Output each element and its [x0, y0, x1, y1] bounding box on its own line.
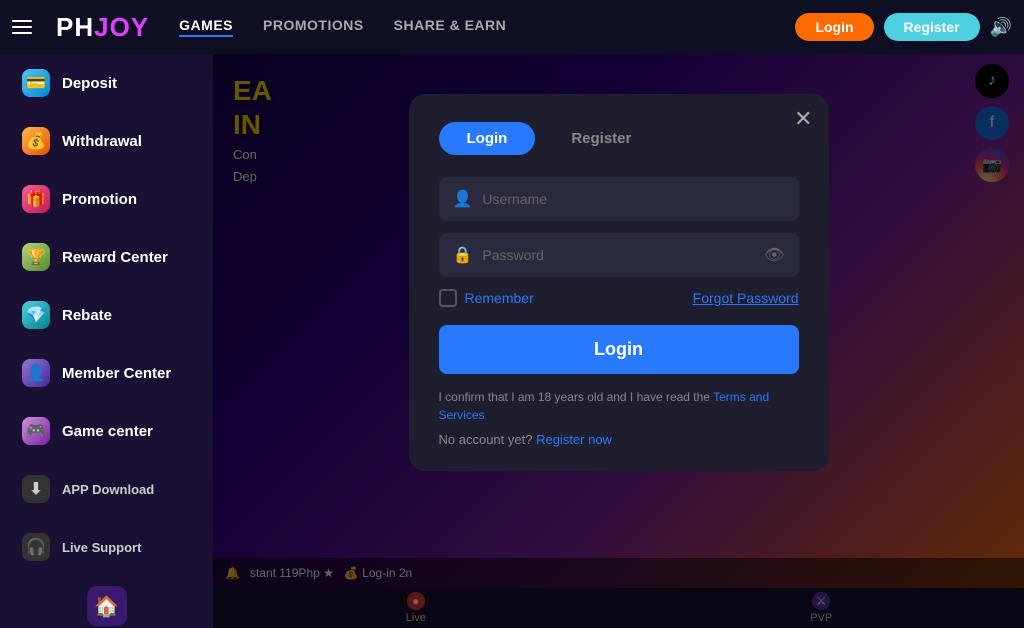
terms-prefix: I confirm that I am 18 years old and I h…	[439, 390, 714, 404]
user-icon: 👤	[453, 189, 473, 209]
sidebar-item-live-support[interactable]: 🎧 Live Support	[6, 521, 207, 573]
remember-text: Remember	[465, 290, 534, 306]
promotion-icon: 🎁	[22, 185, 50, 213]
remember-forgot-row: Remember Forgot Password	[439, 289, 799, 307]
sidebar-label-deposit: Deposit	[62, 75, 117, 92]
sidebar-item-reward[interactable]: 🏆 Reward Center	[6, 231, 207, 283]
no-account-text: No account yet?	[439, 432, 533, 447]
sidebar-label-reward: Reward Center	[62, 249, 168, 266]
sidebar-item-withdrawal[interactable]: 💰 Withdrawal	[6, 115, 207, 167]
main-layout: 💳 Deposit 💰 Withdrawal 🎁 Promotion 🏆 Rew…	[0, 54, 1024, 628]
rebate-icon: 💎	[22, 301, 50, 329]
username-field: 👤	[439, 177, 799, 221]
tab-register[interactable]: Register	[543, 122, 659, 155]
password-field: 🔒 👁	[439, 233, 799, 277]
lock-icon: 🔒	[453, 245, 473, 265]
member-icon: 👤	[22, 359, 50, 387]
sidebar-item-rebate[interactable]: 💎 Rebate	[6, 289, 207, 341]
sidebar-item-lobby[interactable]: 🏠 Lobby	[0, 576, 213, 628]
speaker-icon[interactable]: 🔊	[990, 17, 1012, 38]
content-area: EA IN Con Dep ♪ f 📷 🔔 stant 119Php ★ 💰 L…	[213, 54, 1024, 628]
logo: PHJOY	[56, 12, 149, 43]
header: PHJOY GAMES PROMOTIONS SHARE & EARN Logi…	[0, 0, 1024, 54]
forgot-password-link[interactable]: Forgot Password	[693, 290, 799, 306]
sidebar-label-member: Member Center	[62, 365, 171, 382]
nav-promotions[interactable]: PROMOTIONS	[263, 17, 364, 37]
nav-links: GAMES PROMOTIONS SHARE & EARN	[179, 17, 775, 37]
username-input[interactable]	[482, 191, 784, 207]
live-support-icon: 🎧	[22, 533, 50, 561]
register-button[interactable]: Register	[884, 13, 980, 41]
modal-overlay: ✕ Login Register 👤 🔒 👁	[213, 54, 1024, 628]
sidebar-label-app-download: APP Download	[62, 482, 154, 497]
modal-close-button[interactable]: ✕	[794, 108, 812, 130]
lobby-icon: 🏠	[87, 586, 127, 626]
modal-tabs: Login Register	[439, 122, 799, 155]
sidebar-label-live-support: Live Support	[62, 540, 141, 555]
sidebar-item-deposit[interactable]: 💳 Deposit	[6, 57, 207, 109]
header-actions: Login Register 🔊	[795, 13, 1012, 41]
game-icon: 🎮	[22, 417, 50, 445]
eye-icon[interactable]: 👁	[764, 245, 784, 265]
reward-icon: 🏆	[22, 243, 50, 271]
sidebar-label-game: Game center	[62, 423, 153, 440]
register-row: No account yet? Register now	[439, 432, 799, 447]
sidebar-item-app-download[interactable]: ⬇ APP Download	[6, 463, 207, 515]
nav-games[interactable]: GAMES	[179, 17, 233, 37]
sidebar-item-game[interactable]: 🎮 Game center	[6, 405, 207, 457]
login-button[interactable]: Login	[795, 13, 873, 41]
login-modal: ✕ Login Register 👤 🔒 👁	[409, 94, 829, 471]
login-submit-button[interactable]: Login	[439, 325, 799, 374]
sidebar-item-promotion[interactable]: 🎁 Promotion	[6, 173, 207, 225]
withdrawal-icon: 💰	[22, 127, 50, 155]
terms-text: I confirm that I am 18 years old and I h…	[439, 388, 799, 424]
sidebar-label-rebate: Rebate	[62, 307, 112, 324]
app-download-icon: ⬇	[22, 475, 50, 503]
register-now-link[interactable]: Register now	[536, 432, 612, 447]
sidebar-label-withdrawal: Withdrawal	[62, 133, 142, 150]
logo-joy: JOY	[94, 12, 149, 42]
sidebar: 💳 Deposit 💰 Withdrawal 🎁 Promotion 🏆 Rew…	[0, 54, 213, 628]
tab-login[interactable]: Login	[439, 122, 536, 155]
nav-share-earn[interactable]: SHARE & EARN	[394, 17, 507, 37]
password-input[interactable]	[482, 247, 754, 263]
remember-label[interactable]: Remember	[439, 289, 534, 307]
logo-ph: PH	[56, 12, 94, 42]
hamburger-menu[interactable]	[12, 20, 32, 34]
remember-checkbox[interactable]	[439, 289, 457, 307]
sidebar-label-promotion: Promotion	[62, 191, 137, 208]
deposit-icon: 💳	[22, 69, 50, 97]
sidebar-item-member[interactable]: 👤 Member Center	[6, 347, 207, 399]
sidebar-bottom: ⬇ APP Download 🎧 Live Support 🏠 Lobby En…	[0, 460, 213, 628]
